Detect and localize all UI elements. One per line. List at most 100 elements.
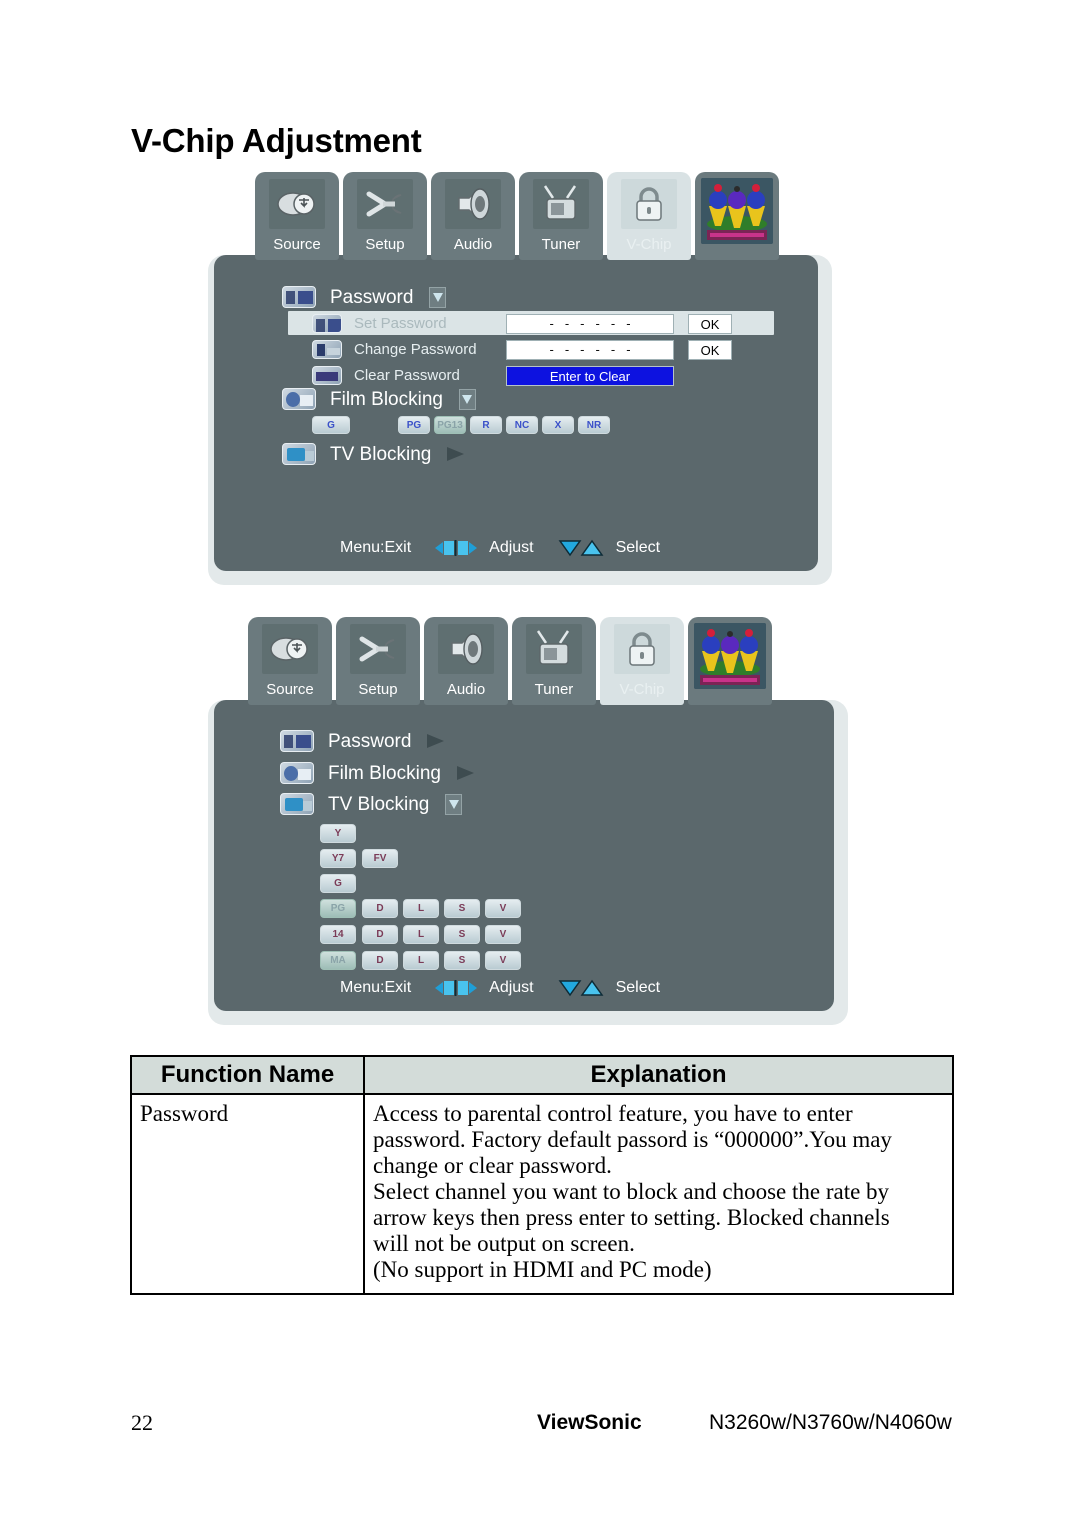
osd2-tab-source[interactable]: Source (248, 617, 332, 705)
osd2-item-tv-blocking[interactable]: TV Blocking (280, 793, 463, 815)
osd1-tab-source-label: Source (273, 236, 321, 253)
chevron-down-icon[interactable] (445, 793, 463, 815)
film-rating-g[interactable]: G (312, 416, 350, 434)
film-rating-r[interactable]: R (470, 416, 502, 434)
password-icon (282, 286, 316, 308)
explanation-line: Access to parental control feature, you … (373, 1101, 853, 1126)
chevron-right-icon[interactable] (456, 765, 479, 781)
osd2-adjust-label: Adjust (489, 979, 534, 996)
set-password-icon (312, 314, 342, 333)
osd1-tab-tuner[interactable]: Tuner (519, 172, 603, 260)
explanation-line: will not be output on screen. (373, 1230, 635, 1256)
page-number: 22 (131, 1410, 153, 1435)
osd2-menu-exit-label: Menu:Exit (340, 979, 412, 996)
tv-rating-y[interactable]: Y (320, 824, 356, 843)
osd1-set-password-controls[interactable]: ------ OK (506, 314, 732, 334)
osd2-tab-audio-label: Audio (446, 681, 486, 698)
tv-rating-pg[interactable]: PG (320, 899, 356, 918)
page-title: V-Chip Adjustment (131, 122, 422, 159)
osd1-tab-audio-label: Audio (453, 236, 493, 253)
osd1-tab-vchip-label: V-Chip (626, 236, 672, 253)
tv-rating-y7[interactable]: Y7 (320, 849, 356, 868)
film-rating-x[interactable]: X (542, 416, 574, 434)
osd1-select-label: Select (615, 539, 661, 556)
osd1-tab-setup[interactable]: Setup (343, 172, 427, 260)
osd2-tab-viewsonic-logo[interactable] (688, 617, 772, 705)
osd2-tab-tuner[interactable]: Tuner (512, 617, 596, 705)
osd2-tab-tuner-label: Tuner (534, 681, 574, 698)
tv-rating-pg-d[interactable]: D (362, 899, 398, 918)
chevron-right-icon[interactable] (447, 446, 469, 462)
osd2-item-password-label: Password (328, 730, 412, 752)
chevron-down-icon[interactable] (429, 286, 447, 308)
tv-rating-14[interactable]: 14 (320, 925, 356, 944)
osd1-item-password[interactable]: Password (282, 286, 447, 308)
chevron-right-icon[interactable] (427, 733, 449, 749)
osd1-row-set-password[interactable]: Set Password (312, 314, 447, 333)
osd1-tab-bar[interactable]: Source Setup Audio Tuner V-Chip (255, 172, 779, 260)
film-rating-pg[interactable]: PG (398, 416, 430, 434)
enter-to-clear-button[interactable]: Enter to Clear (506, 366, 674, 386)
osd2-tab-setup-label: Setup (358, 681, 398, 698)
viewsonic-birds-logo (701, 178, 773, 244)
osd2-panel: Password Film Blocking TV Blocking Y Y7 … (208, 700, 848, 1025)
osd1-tab-audio[interactable]: Audio (431, 172, 515, 260)
manual-page: V-Chip Adjustment Source Setup Audio Tun… (0, 0, 1080, 1528)
tv-icon (282, 443, 316, 465)
source-icon (269, 179, 325, 229)
page-footer: 22 ViewSonic N3260w/N3760w/N4060w (0, 1410, 1080, 1440)
osd2-tab-vchip[interactable]: V-Chip (600, 617, 684, 705)
password-icon (280, 730, 314, 752)
footer-models: N3260w/N3760w/N4060w (709, 1411, 952, 1434)
table-cell-function-name: Password (130, 1093, 365, 1295)
osd1-tab-viewsonic-logo[interactable] (695, 172, 779, 260)
osd1-change-password-controls[interactable]: ------ OK (506, 340, 732, 360)
film-rating-pg13[interactable]: PG13 (434, 416, 466, 434)
osd2-footer-bar: Menu:Exit Adjust Select (214, 965, 834, 1011)
osd1-item-tv-blocking[interactable]: TV Blocking (282, 443, 469, 465)
tv-rating-14-v[interactable]: V (485, 925, 521, 944)
clear-password-icon (312, 366, 342, 385)
change-password-ok-button[interactable]: OK (688, 340, 732, 360)
osd1-row-clear-password[interactable]: Clear Password (312, 366, 460, 385)
left-right-arrows-icon (433, 978, 479, 998)
up-down-arrows-icon (558, 537, 606, 559)
osd1-tab-setup-label: Setup (365, 236, 405, 253)
viewsonic-birds-logo (694, 623, 766, 689)
osd1-item-film-blocking[interactable]: Film Blocking (282, 388, 476, 410)
explanation-line: Select channel you want to block and cho… (373, 1178, 890, 1204)
chevron-down-icon[interactable] (458, 388, 476, 410)
osd2-item-film-blocking[interactable]: Film Blocking (280, 762, 479, 784)
osd1-row-change-password[interactable]: Change Password (312, 340, 477, 359)
film-rating-nr[interactable]: NR (578, 416, 610, 434)
tv-rating-14-d[interactable]: D (362, 925, 398, 944)
wrench-icon (350, 624, 406, 674)
osd2-tab-audio[interactable]: Audio (424, 617, 508, 705)
explanation-line: change or clear password. (373, 1152, 612, 1178)
osd1-tab-vchip[interactable]: V-Chip (607, 172, 691, 260)
tv-rating-14-l[interactable]: L (403, 925, 439, 944)
tv-rating-y7-fv[interactable]: FV (362, 849, 398, 868)
footer-brand: ViewSonic (537, 1411, 642, 1434)
film-icon (280, 762, 314, 784)
tv-rating-pg-v[interactable]: V (485, 899, 521, 918)
tv-rating-pg-l[interactable]: L (403, 899, 439, 918)
osd2-tab-setup[interactable]: Setup (336, 617, 420, 705)
tv-rating-g[interactable]: G (320, 874, 356, 893)
tv-rating-14-s[interactable]: S (444, 925, 480, 944)
function-explanation-table: Function Name Explanation Password Acces… (130, 1055, 954, 1295)
set-password-ok-button[interactable]: OK (688, 314, 732, 334)
tv-icon (280, 793, 314, 815)
tv-rating-pg-s[interactable]: S (444, 899, 480, 918)
film-rating-nc[interactable]: NC (506, 416, 538, 434)
change-password-input[interactable]: ------ (506, 340, 674, 360)
osd1-clear-password-controls[interactable]: Enter to Clear (506, 366, 674, 386)
osd1-tab-source[interactable]: Source (255, 172, 339, 260)
osd2-item-password[interactable]: Password (280, 730, 449, 752)
osd2-tab-bar[interactable]: Source Setup Audio Tuner V-Chip (248, 617, 772, 705)
tv-antenna-icon (533, 179, 589, 229)
set-password-input[interactable]: ------ (506, 314, 674, 334)
table-header-row: Function Name Explanation (130, 1055, 954, 1095)
padlock-icon (621, 179, 677, 229)
osd1-adjust-label: Adjust (489, 539, 534, 556)
